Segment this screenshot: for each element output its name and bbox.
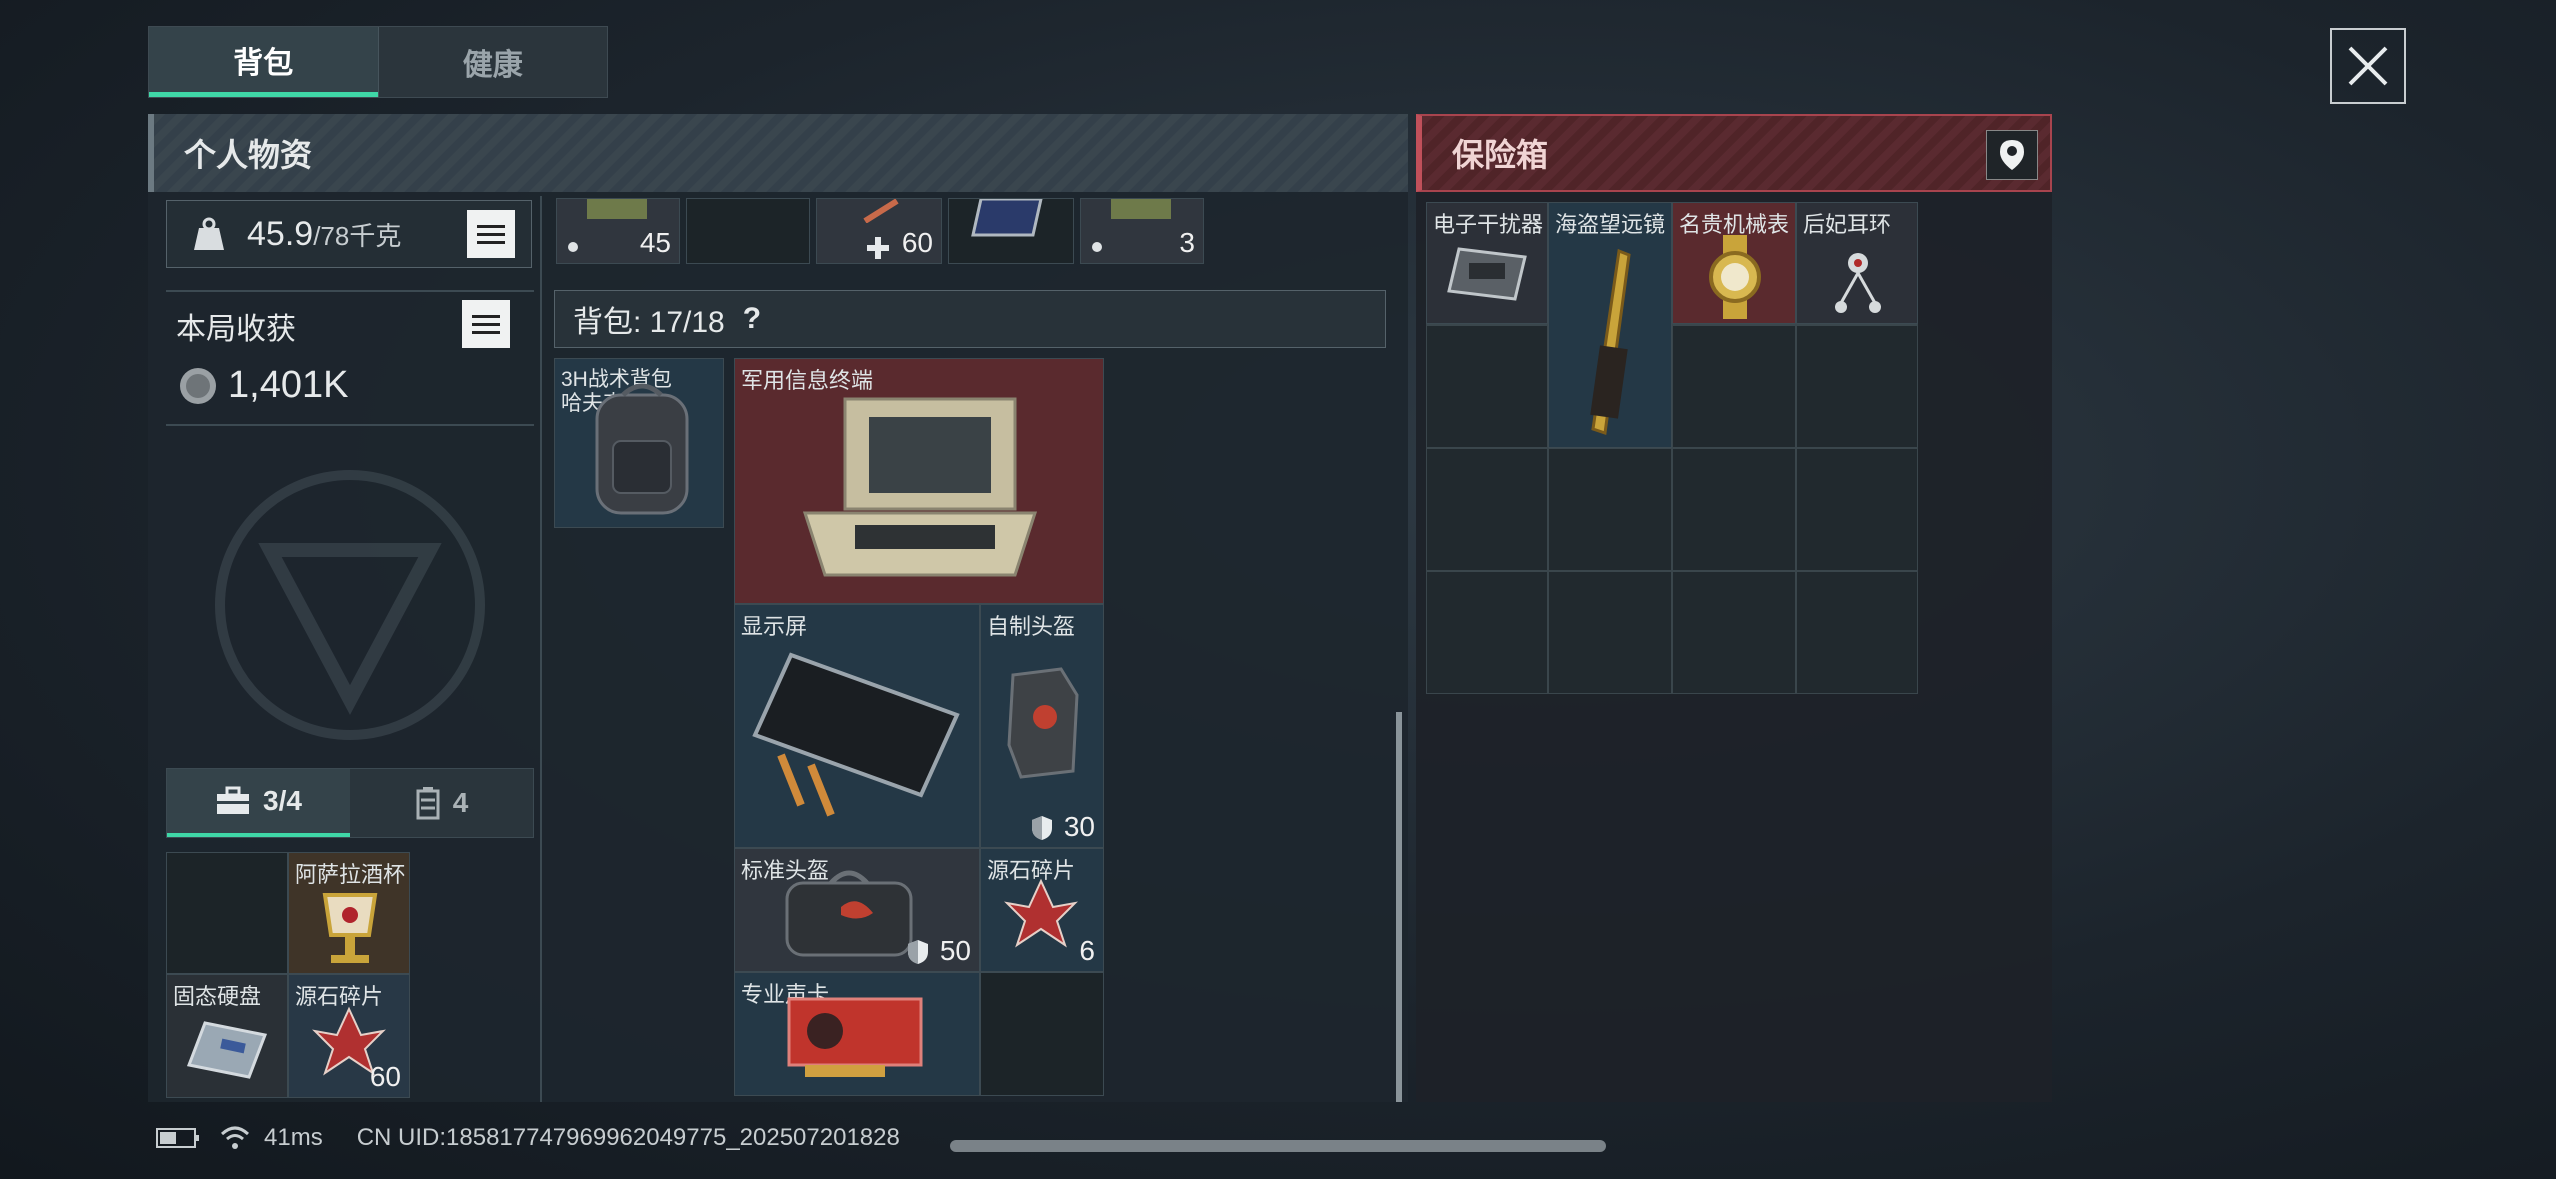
safe-slot[interactable]: [1426, 448, 1548, 571]
weight-max: /78千克: [313, 220, 402, 251]
tab-pocket-label: 3/4: [263, 785, 302, 816]
emblem-watermark: [215, 470, 485, 740]
telescope-icon: [1590, 248, 1631, 435]
backpack-item-standard-helmet[interactable]: 标准头盔 50: [734, 848, 980, 972]
watch-icon: [1709, 235, 1761, 319]
location-pin-icon: [2000, 140, 2024, 170]
safe-slot[interactable]: [1796, 571, 1918, 694]
shield-icon: [908, 940, 928, 964]
helmet-icon: [1007, 667, 1079, 779]
weight-icon: [194, 217, 224, 250]
close-icon: [2348, 46, 2388, 86]
battery-icon: [156, 1128, 199, 1148]
ping-value: 41ms: [264, 1124, 323, 1151]
backpack-item-pro-sound-card[interactable]: 专业声卡: [734, 972, 980, 1096]
safe-item-empress-earrings[interactable]: 后妃耳环: [1796, 202, 1918, 324]
divider: [166, 424, 534, 426]
home-indicator[interactable]: [950, 1140, 1606, 1152]
pocket-slot-empty[interactable]: [166, 852, 288, 974]
safe-box-header: 保险箱: [1416, 114, 2052, 192]
safe-box-title: 保险箱: [1452, 137, 1549, 173]
location-button[interactable]: [1986, 130, 2038, 180]
safe-item-pirate-telescope[interactable]: 海盗望远镜: [1548, 202, 1672, 448]
safe-slot[interactable]: [1796, 325, 1918, 448]
safe-slot[interactable]: [1426, 325, 1548, 448]
case-icon: [416, 787, 440, 820]
harvest-value-row: 1,401K: [178, 364, 348, 407]
helmet-bag-icon: [785, 870, 913, 957]
strip-item-5[interactable]: 3: [1080, 198, 1204, 264]
plus-icon: [867, 237, 889, 259]
harvest-list-button[interactable]: [462, 300, 510, 348]
divider: [166, 290, 534, 292]
strip-item-2[interactable]: [686, 198, 810, 264]
safe-slot[interactable]: [1796, 448, 1918, 571]
safe-slot[interactable]: [1672, 325, 1796, 448]
coin-icon: [180, 367, 216, 404]
strip-item-3[interactable]: 60: [816, 198, 942, 264]
harvest-value: 1,401K: [228, 364, 349, 406]
syringe-icon: [863, 199, 899, 223]
tab-case[interactable]: 4: [350, 769, 533, 837]
scrollbar[interactable]: [1396, 712, 1402, 1102]
weight-box: 45.9 /78千克: [166, 200, 532, 268]
backpack-capacity-label: 背包: 17/18: [573, 306, 725, 339]
pocket-item-asala-cup[interactable]: 阿萨拉酒杯: [288, 852, 410, 974]
backpack-item-originium-shard[interactable]: 源石碎片 6: [980, 848, 1104, 972]
harvest-label: 本局收获: [176, 313, 296, 346]
wifi-icon: [220, 1126, 250, 1149]
weight-list-button[interactable]: [467, 210, 515, 258]
phone-icon: [971, 199, 1043, 237]
strip-item-1[interactable]: 45: [556, 198, 680, 264]
goblet-icon: [322, 893, 378, 963]
tab-backpack[interactable]: 背包: [149, 27, 378, 97]
shield-icon: [1032, 816, 1052, 840]
tab-health[interactable]: 健康: [377, 27, 608, 97]
sound-card-icon: [787, 997, 923, 1077]
bullet-icon: [568, 242, 578, 252]
weight-current: 45.9: [247, 214, 314, 253]
ssd-icon: [186, 1021, 268, 1079]
jammer-icon: [1447, 247, 1527, 301]
column-divider: [540, 196, 542, 1102]
user-uid: CN UID:185817747969962049775_20250720182…: [356, 1124, 900, 1151]
item-icon: [587, 199, 647, 219]
help-icon[interactable]: ?: [743, 302, 761, 336]
strip-item-4[interactable]: [948, 198, 1074, 264]
safe-item-luxury-watch[interactable]: 名贵机械表: [1672, 202, 1796, 324]
safe-slot[interactable]: [1672, 448, 1796, 571]
earring-icon: [1835, 253, 1881, 313]
screen-icon: [752, 652, 960, 817]
backpack-equipped-bag[interactable]: 3H战术背包 哈夫克: [554, 358, 724, 528]
safe-slot[interactable]: [1426, 571, 1548, 694]
shard-icon: [1004, 878, 1078, 948]
tab-pocket[interactable]: 3/4: [167, 769, 350, 837]
backpack-item-military-terminal[interactable]: 军用信息终端: [734, 358, 1104, 604]
backpack-capacity-bar: 背包: 17/18 ?: [554, 290, 1386, 348]
bullet-icon: [1092, 242, 1102, 252]
status-bar: 41ms CN UID:185817747969962049775_202507…: [156, 1124, 900, 1152]
toolbox-icon: [217, 786, 250, 814]
terminal-icon: [802, 397, 1038, 577]
panel-title: 个人物资: [148, 114, 1408, 192]
safe-slot[interactable]: [1548, 448, 1672, 571]
pocket-tabs: 3/4 4: [166, 768, 534, 838]
backpack-item-display-screen[interactable]: 显示屏: [734, 604, 980, 848]
safe-slot[interactable]: [1548, 571, 1672, 694]
backpack-slot-empty[interactable]: [980, 972, 1104, 1096]
top-tab-bar: 背包 健康: [148, 26, 608, 98]
pocket-item-ssd[interactable]: 固态硬盘: [166, 974, 288, 1098]
item-icon: [1111, 199, 1171, 219]
safe-slot[interactable]: [1672, 571, 1796, 694]
safe-item-electronic-jammer[interactable]: 电子干扰器: [1426, 202, 1548, 324]
backpack-icon: [595, 383, 689, 515]
close-button[interactable]: [2330, 28, 2406, 104]
backpack-item-homemade-helmet[interactable]: 自制头盔 30: [980, 604, 1104, 848]
tab-case-label: 4: [452, 787, 469, 818]
pocket-item-originium-shard[interactable]: 源石碎片 60: [288, 974, 410, 1098]
